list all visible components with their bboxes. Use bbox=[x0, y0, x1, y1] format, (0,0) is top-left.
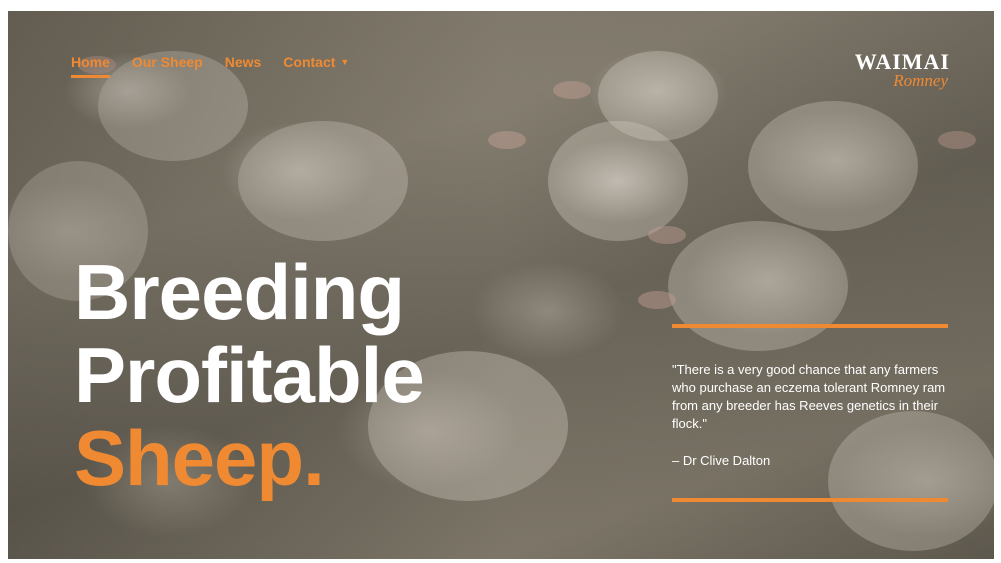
site-logo[interactable]: WAIMAI Romney bbox=[854, 49, 950, 90]
hero-headline: Breeding Profitable Sheep. bbox=[74, 248, 425, 502]
sheep-decoration bbox=[598, 51, 718, 141]
logo-wordmark: WAIMAI bbox=[854, 49, 950, 74]
main-nav: Home Our Sheep News Contact ▼ bbox=[71, 54, 349, 78]
sheep-ear-decoration bbox=[938, 131, 976, 149]
hero-line-3: Sheep. bbox=[74, 414, 325, 502]
quote-author: – Dr Clive Dalton bbox=[672, 453, 771, 468]
hero-line-2: Profitable bbox=[74, 331, 425, 419]
quote-bottom-rule bbox=[672, 498, 948, 502]
sheep-ear-decoration bbox=[648, 226, 686, 244]
quote-top-rule bbox=[672, 324, 948, 328]
quote-text: "There is a very good chance that any fa… bbox=[672, 362, 946, 431]
sheep-decoration bbox=[238, 121, 408, 241]
chevron-down-icon: ▼ bbox=[340, 57, 350, 67]
testimonial-quote: "There is a very good chance that any fa… bbox=[672, 324, 948, 502]
hero-line-1: Breeding bbox=[74, 248, 405, 336]
nav-contact-label: Contact bbox=[283, 54, 336, 70]
hero-background-photo: Home Our Sheep News Contact ▼ WAIMAI Romn… bbox=[8, 11, 994, 559]
nav-home[interactable]: Home bbox=[71, 54, 110, 78]
nav-contact[interactable]: Contact ▼ bbox=[283, 54, 349, 78]
sheep-ear-decoration bbox=[638, 291, 676, 309]
nav-news[interactable]: News bbox=[225, 54, 262, 78]
sheep-decoration bbox=[748, 101, 918, 231]
sheep-ear-decoration bbox=[553, 81, 591, 99]
logo-script: Romney bbox=[893, 71, 948, 90]
sheep-ear-decoration bbox=[488, 131, 526, 149]
nav-our-sheep[interactable]: Our Sheep bbox=[132, 54, 203, 78]
